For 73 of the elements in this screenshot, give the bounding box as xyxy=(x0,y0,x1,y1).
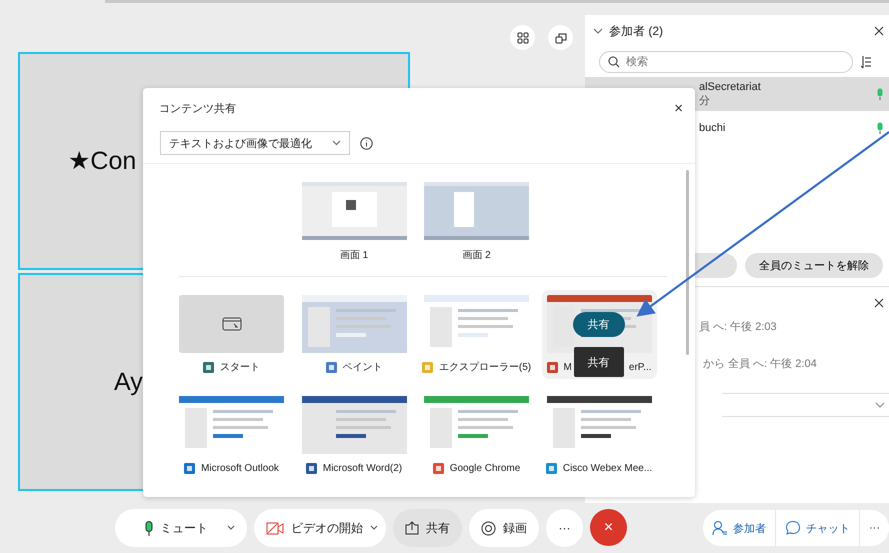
app-option[interactable]: Microsoft Outlook xyxy=(179,396,284,475)
participant-name: alSecretariat xyxy=(699,80,762,92)
share-icon xyxy=(405,521,419,535)
window-icon xyxy=(222,317,242,331)
app-option[interactable]: エクスプローラー(5) xyxy=(424,295,529,374)
app-icon xyxy=(203,362,214,372)
app-option[interactable]: ペイント xyxy=(302,295,406,374)
app-label: ペイント xyxy=(342,361,382,374)
optimize-dropdown[interactable]: テキストおよび画像で最適化 xyxy=(160,131,350,155)
microphone-icon xyxy=(877,88,883,100)
chat-message-header: から 全員 へ: 午後 2:04 xyxy=(703,357,817,370)
caret-icon[interactable] xyxy=(227,525,235,531)
participant-name: buchi xyxy=(699,122,726,134)
participant-name: ★Con xyxy=(68,146,136,176)
app-label: Microsoft Outlook xyxy=(201,462,279,474)
popout-icon xyxy=(554,32,566,44)
info-icon[interactable] xyxy=(360,136,373,150)
app-option[interactable]: Google Chrome xyxy=(424,396,529,475)
video-button[interactable]: ビデオの開始 xyxy=(254,509,386,547)
more-button[interactable]: ··· xyxy=(546,509,583,547)
app-icon xyxy=(422,362,433,372)
chevron-icon[interactable] xyxy=(875,401,885,409)
app-label: エクスプローラー(5) xyxy=(438,360,532,374)
microphone-icon xyxy=(877,122,883,134)
caret-icon[interactable] xyxy=(370,525,378,531)
screen-option[interactable]: 画面 2 xyxy=(424,182,529,262)
record-button[interactable]: 録画 xyxy=(469,509,539,547)
screen-label: 画面 1 xyxy=(340,249,368,262)
panel-title: 参加者 (2) xyxy=(609,22,663,40)
chevron-icon xyxy=(332,140,341,146)
chevron-icon[interactable] xyxy=(593,26,603,36)
share-button[interactable]: 共有 xyxy=(572,312,624,337)
search-icon xyxy=(608,56,620,68)
close-icon[interactable] xyxy=(874,298,884,308)
share-button[interactable]: 共有 xyxy=(393,509,462,547)
search-field[interactable]: 検索 xyxy=(599,51,853,73)
app-label: M xyxy=(564,362,572,372)
app-icon xyxy=(546,462,557,474)
mute-button[interactable]: ミュート xyxy=(115,509,247,547)
app-label: erP... xyxy=(628,362,652,372)
screen-option[interactable]: 画面 1 xyxy=(302,182,406,262)
app-label: Google Chrome xyxy=(450,462,520,474)
screen-label: 画面 2 xyxy=(462,249,491,262)
app-icon xyxy=(306,462,317,474)
record-icon xyxy=(481,520,496,536)
app-label: Microsoft Word(2) xyxy=(322,462,402,474)
video-off-icon xyxy=(266,522,284,534)
app-label: スタート xyxy=(220,361,260,374)
dialog-title: コンテンツ共有 xyxy=(159,102,237,116)
chat-icon xyxy=(785,520,801,536)
app-option[interactable]: M erP... 共有 共有 xyxy=(546,295,652,374)
chat-message-header: 員 へ: 午後 2:03 xyxy=(699,320,777,333)
app-option[interactable]: Cisco Webex Mee... xyxy=(546,396,652,475)
participant-status: 分 xyxy=(699,94,711,108)
grid-icon xyxy=(516,32,528,44)
app-icon xyxy=(546,362,558,372)
app-icon xyxy=(184,462,196,474)
person-icon xyxy=(712,520,728,536)
participant-name: Ay xyxy=(113,368,143,396)
pill-button[interactable] xyxy=(695,253,737,278)
app-option[interactable]: Microsoft Word(2) xyxy=(302,396,406,475)
sort-icon[interactable] xyxy=(861,55,871,69)
app-label: Cisco Webex Mee... xyxy=(562,462,652,474)
popout-button[interactable] xyxy=(548,25,573,50)
tooltip: 共有 xyxy=(574,347,624,377)
unmute-all-button[interactable]: 全員のミュートを解除 xyxy=(745,253,883,278)
app-icon xyxy=(432,462,444,474)
close-icon[interactable] xyxy=(874,26,884,36)
end-button[interactable]: × xyxy=(590,509,627,546)
grid-view-button[interactable] xyxy=(510,25,535,50)
participants-button[interactable]: 参加者 xyxy=(703,510,776,546)
app-icon xyxy=(326,362,336,372)
microphone-icon xyxy=(145,520,153,536)
